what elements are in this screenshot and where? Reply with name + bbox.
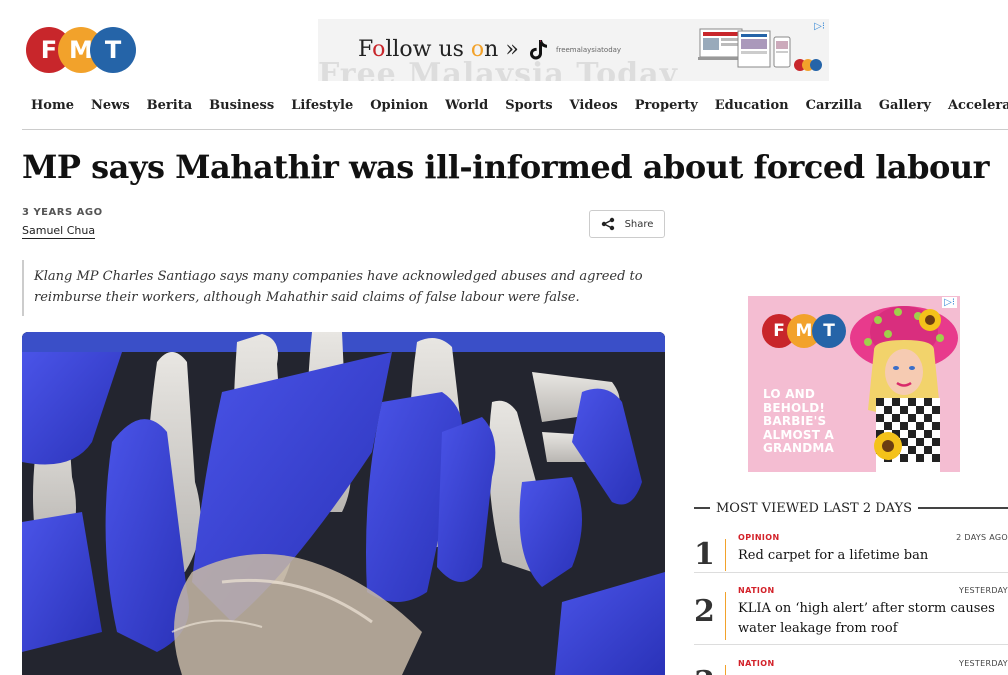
barbie-doll-illustration xyxy=(850,306,958,472)
nav-item-opinion[interactable]: Opinion xyxy=(370,98,428,113)
article-hero-image xyxy=(22,332,665,675)
ad-headline: LO AND BEHOLD! BARBIE'S ALMOST A GRANDMA xyxy=(763,387,855,456)
ad-logo-letter-t: T xyxy=(812,314,846,348)
share-button[interactable]: Share xyxy=(589,210,665,238)
nav-item-videos[interactable]: Videos xyxy=(570,98,618,113)
item-timestamp: YESTERDAY xyxy=(959,586,1008,595)
heading-divider xyxy=(918,507,1008,509)
nav-item-berita[interactable]: Berita xyxy=(147,98,192,113)
article-author-link[interactable]: Samuel Chua xyxy=(22,224,96,239)
most-viewed-item[interactable]: 3 NATION YESTERDAY xyxy=(694,659,1008,675)
nav-item-world[interactable]: World xyxy=(445,98,488,113)
ad-line: ALMOST A xyxy=(763,427,834,442)
rank-number: 1 xyxy=(694,537,715,572)
sidebar-ad[interactable]: F M T LO AND BEHOLD! BARBIE'S ALMOST A G… xyxy=(748,296,960,472)
follow-part: o xyxy=(470,37,485,62)
heading-divider xyxy=(694,507,710,509)
rank-divider xyxy=(725,665,726,675)
nav-item-lifestyle[interactable]: Lifestyle xyxy=(291,98,353,113)
nav-item-home[interactable]: Home xyxy=(31,98,74,113)
devices-illustration-icon xyxy=(698,28,791,68)
nav-item-sports[interactable]: Sports xyxy=(505,98,552,113)
nav-item-education[interactable]: Education xyxy=(715,98,789,113)
ad-handle: freemalaysiatoday xyxy=(556,46,622,54)
tiktok-icon xyxy=(530,40,547,60)
most-viewed-title: MOST VIEWED LAST 2 DAYS xyxy=(716,500,913,516)
item-timestamp: 2 DAYS AGO xyxy=(956,533,1008,542)
category-label[interactable]: NATION xyxy=(738,659,775,668)
nav-item-business[interactable]: Business xyxy=(209,98,274,113)
article-timestamp: 3 YEARS AGO xyxy=(22,207,103,218)
category-label[interactable]: OPINION xyxy=(738,533,780,542)
nav-item-carzilla[interactable]: Carzilla xyxy=(806,98,862,113)
top-banner-ad[interactable]: Free Malaysia Today Follow us on » freem… xyxy=(318,19,829,81)
fmt-logo[interactable]: F M T xyxy=(26,27,136,73)
adchoices-icon[interactable]: ▷⁝ xyxy=(942,297,957,308)
most-viewed-heading: MOST VIEWED LAST 2 DAYS xyxy=(694,498,1008,518)
item-timestamp: YESTERDAY xyxy=(959,659,1008,668)
main-navigation: Home News Berita Business Lifestyle Opin… xyxy=(22,98,1008,130)
rank-number: 2 xyxy=(694,594,715,629)
ad-fmt-logo-icon xyxy=(794,59,822,71)
rank-number: 3 xyxy=(694,665,715,675)
rank-divider xyxy=(725,592,726,640)
item-headline[interactable]: KLIA on ‘high alert’ after storm causes … xyxy=(738,599,1008,639)
article-excerpt: Klang MP Charles Santiago says many comp… xyxy=(22,260,662,316)
ad-line: BEHOLD! xyxy=(763,400,826,415)
follow-part: o xyxy=(372,37,386,62)
follow-part: llow us xyxy=(385,37,471,62)
most-viewed-item[interactable]: 2 NATION YESTERDAY KLIA on ‘high alert’ … xyxy=(694,586,1008,645)
article-title: MP says Mahathir was ill-informed about … xyxy=(22,148,990,186)
nav-item-news[interactable]: News xyxy=(91,98,130,113)
most-viewed-item[interactable]: 1 OPINION 2 DAYS AGO Red carpet for a li… xyxy=(694,533,1008,573)
ad-follow-text: Follow us on » xyxy=(358,37,519,62)
ad-fmt-logo: F M T xyxy=(762,314,846,350)
nav-item-gallery[interactable]: Gallery xyxy=(879,98,931,113)
follow-part: F xyxy=(358,37,373,62)
logo-letter-t: T xyxy=(90,27,136,73)
category-label[interactable]: NATION xyxy=(738,586,775,595)
share-icon xyxy=(601,217,614,231)
follow-part: n » xyxy=(484,37,519,62)
ad-line: BARBIE'S xyxy=(763,414,827,428)
nav-item-property[interactable]: Property xyxy=(635,98,698,113)
gloves-photo-illustration xyxy=(22,332,665,675)
share-label: Share xyxy=(624,218,654,230)
adchoices-icon[interactable]: ▷⁝ xyxy=(814,21,825,32)
nav-item-accelerator[interactable]: Accelerator xyxy=(948,98,1008,113)
rank-divider xyxy=(725,539,726,571)
ad-line: GRANDMA xyxy=(763,441,835,455)
item-headline[interactable]: Red carpet for a lifetime ban xyxy=(738,546,1008,566)
ad-line: LO AND xyxy=(763,387,816,401)
